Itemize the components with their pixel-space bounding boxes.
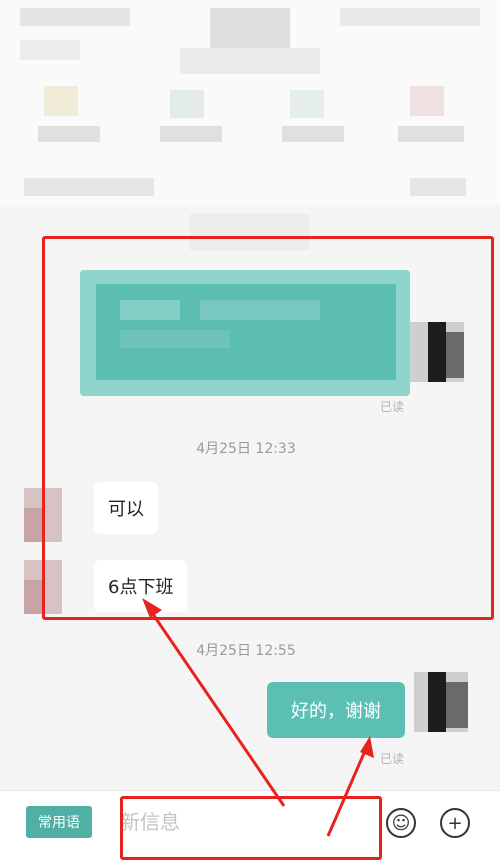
annotation-arrow-right	[326, 743, 370, 837]
annotation-arrows	[142, 598, 374, 837]
arrowhead-left	[142, 598, 162, 618]
annotation-arrow-left	[144, 603, 286, 807]
